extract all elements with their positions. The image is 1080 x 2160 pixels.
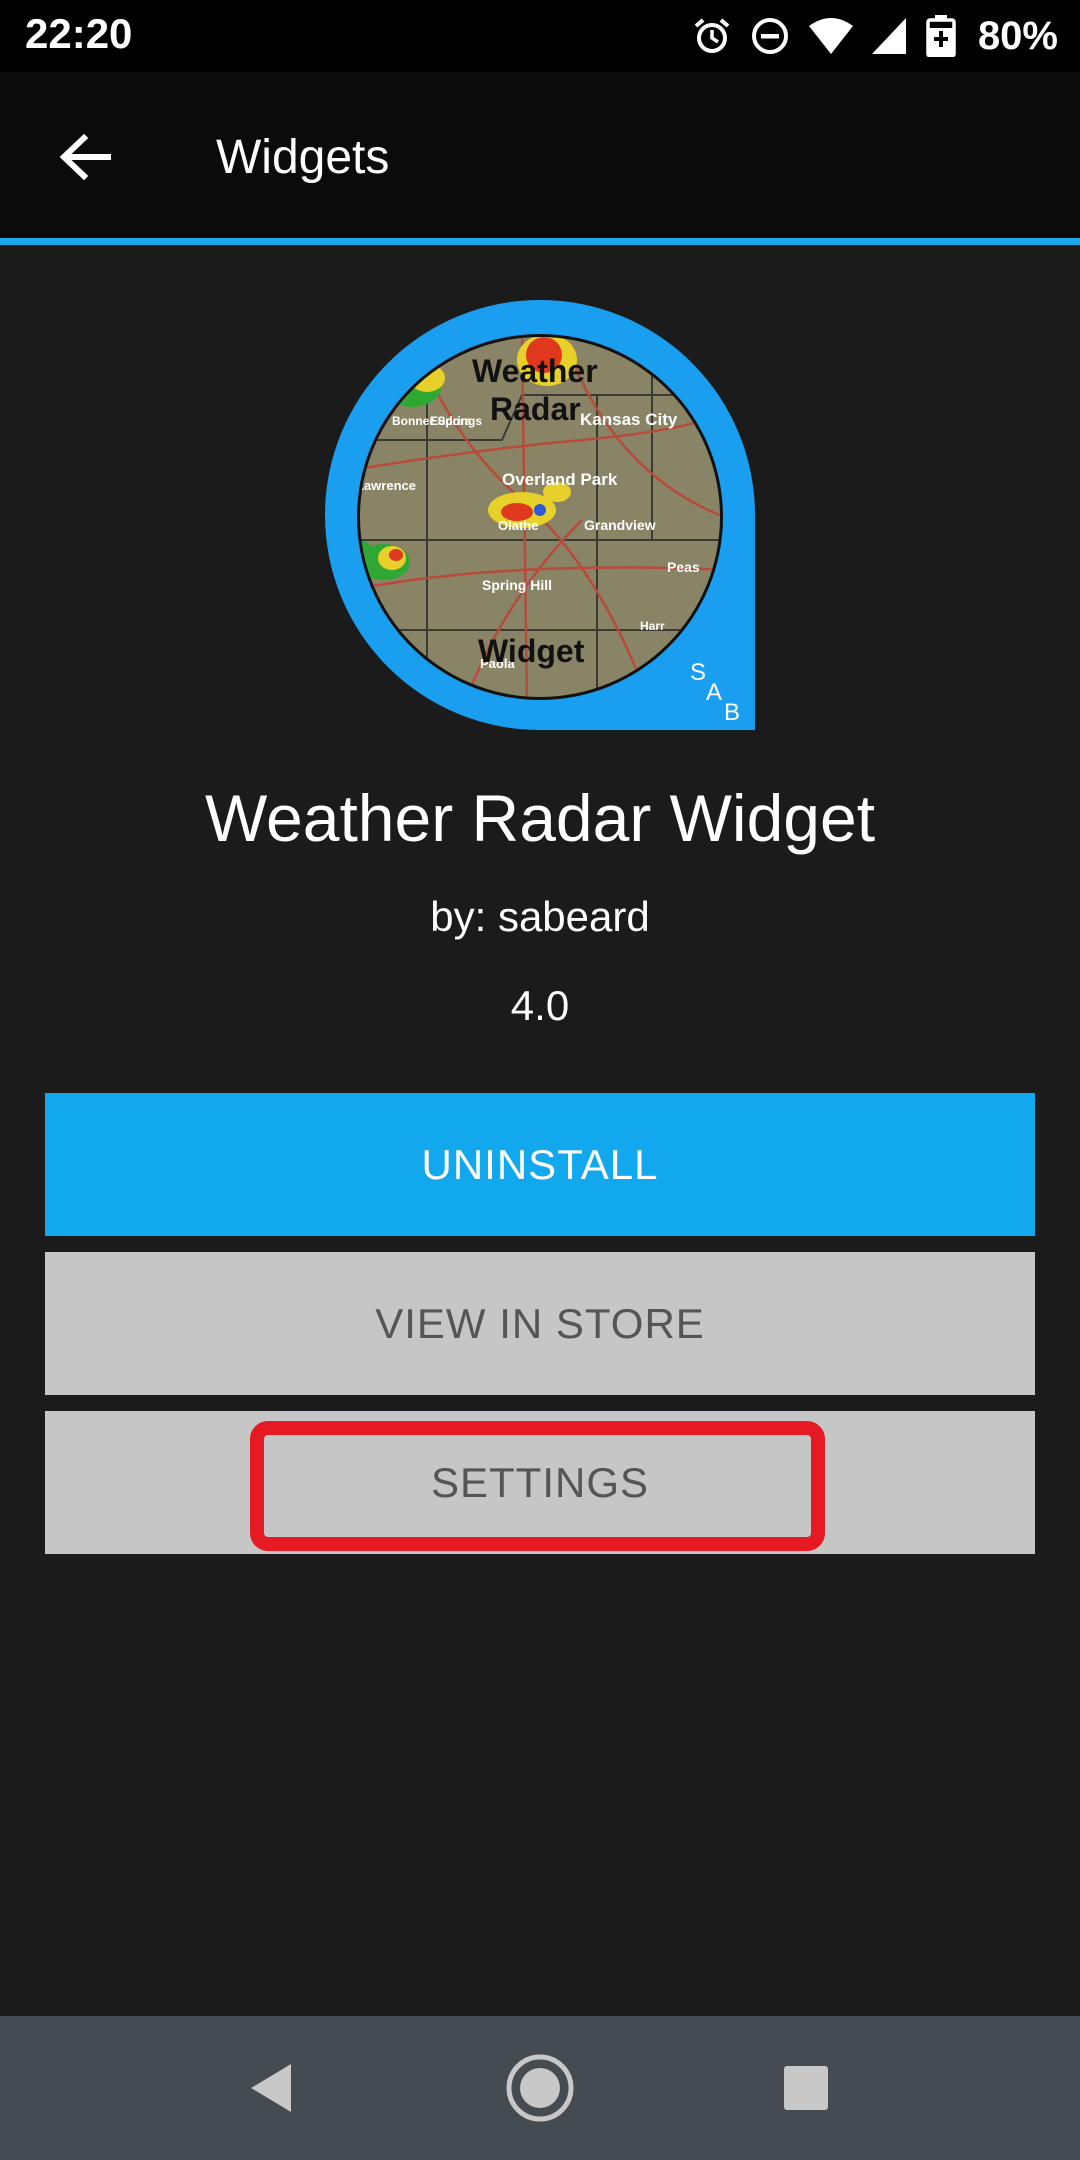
battery-percent: 80% xyxy=(977,13,1058,58)
app-version: 4.0 xyxy=(510,982,570,1029)
icon-text-radar: Radar xyxy=(490,391,581,427)
map-label: Peas xyxy=(667,559,700,575)
icon-badge-s: S xyxy=(690,659,706,686)
battery-charging-icon xyxy=(926,15,956,57)
nav-recents-button[interactable] xyxy=(766,2048,846,2128)
view-in-store-button[interactable]: VIEW IN STORE xyxy=(45,1252,1035,1395)
icon-badge-a: A xyxy=(706,679,722,706)
arrow-left-icon xyxy=(59,133,111,181)
uninstall-button[interactable]: UNINSTALL xyxy=(45,1093,1035,1236)
map-label: Harr xyxy=(640,619,665,633)
app-bar: Widgets xyxy=(0,72,1080,240)
navigation-bar xyxy=(0,2016,1080,2160)
icon-text-widget: Widget xyxy=(478,633,585,669)
app-icon: Kansas City Overland Park Olathe Grandvi… xyxy=(322,300,757,730)
app-author: by: sabeard xyxy=(430,893,650,940)
back-triangle-icon xyxy=(251,2064,291,2112)
accent-divider xyxy=(0,238,1080,245)
app-name: Weather Radar Widget xyxy=(204,781,876,855)
alarm-icon xyxy=(694,18,730,53)
map-label: Lawrence xyxy=(356,478,416,493)
map-label: Kansas City xyxy=(580,410,678,429)
map-label: Bonner Springs xyxy=(392,414,482,428)
status-time: 22:20 xyxy=(25,10,133,57)
nav-home-button[interactable] xyxy=(500,2048,580,2128)
status-icons: 80% xyxy=(692,8,1058,64)
map-label: Spring Hill xyxy=(482,577,552,593)
map-label: Overland Park xyxy=(502,470,618,489)
do-not-disturb-icon xyxy=(751,18,788,54)
nav-back-button[interactable] xyxy=(230,2048,310,2128)
home-circle-icon xyxy=(506,2054,574,2122)
icon-badge-b: B xyxy=(724,699,740,726)
settings-button[interactable]: SETTINGS xyxy=(45,1411,1035,1554)
map-label: Olathe xyxy=(498,518,538,533)
signal-icon xyxy=(871,18,906,54)
wifi-icon xyxy=(808,18,853,54)
icon-text-weather: Weather xyxy=(472,353,598,389)
map-label: Grandview xyxy=(584,517,656,533)
status-bar: 22:20 80% xyxy=(0,0,1080,72)
back-button[interactable] xyxy=(40,122,130,192)
recents-square-icon xyxy=(784,2066,828,2110)
page-title: Widgets xyxy=(216,131,390,184)
